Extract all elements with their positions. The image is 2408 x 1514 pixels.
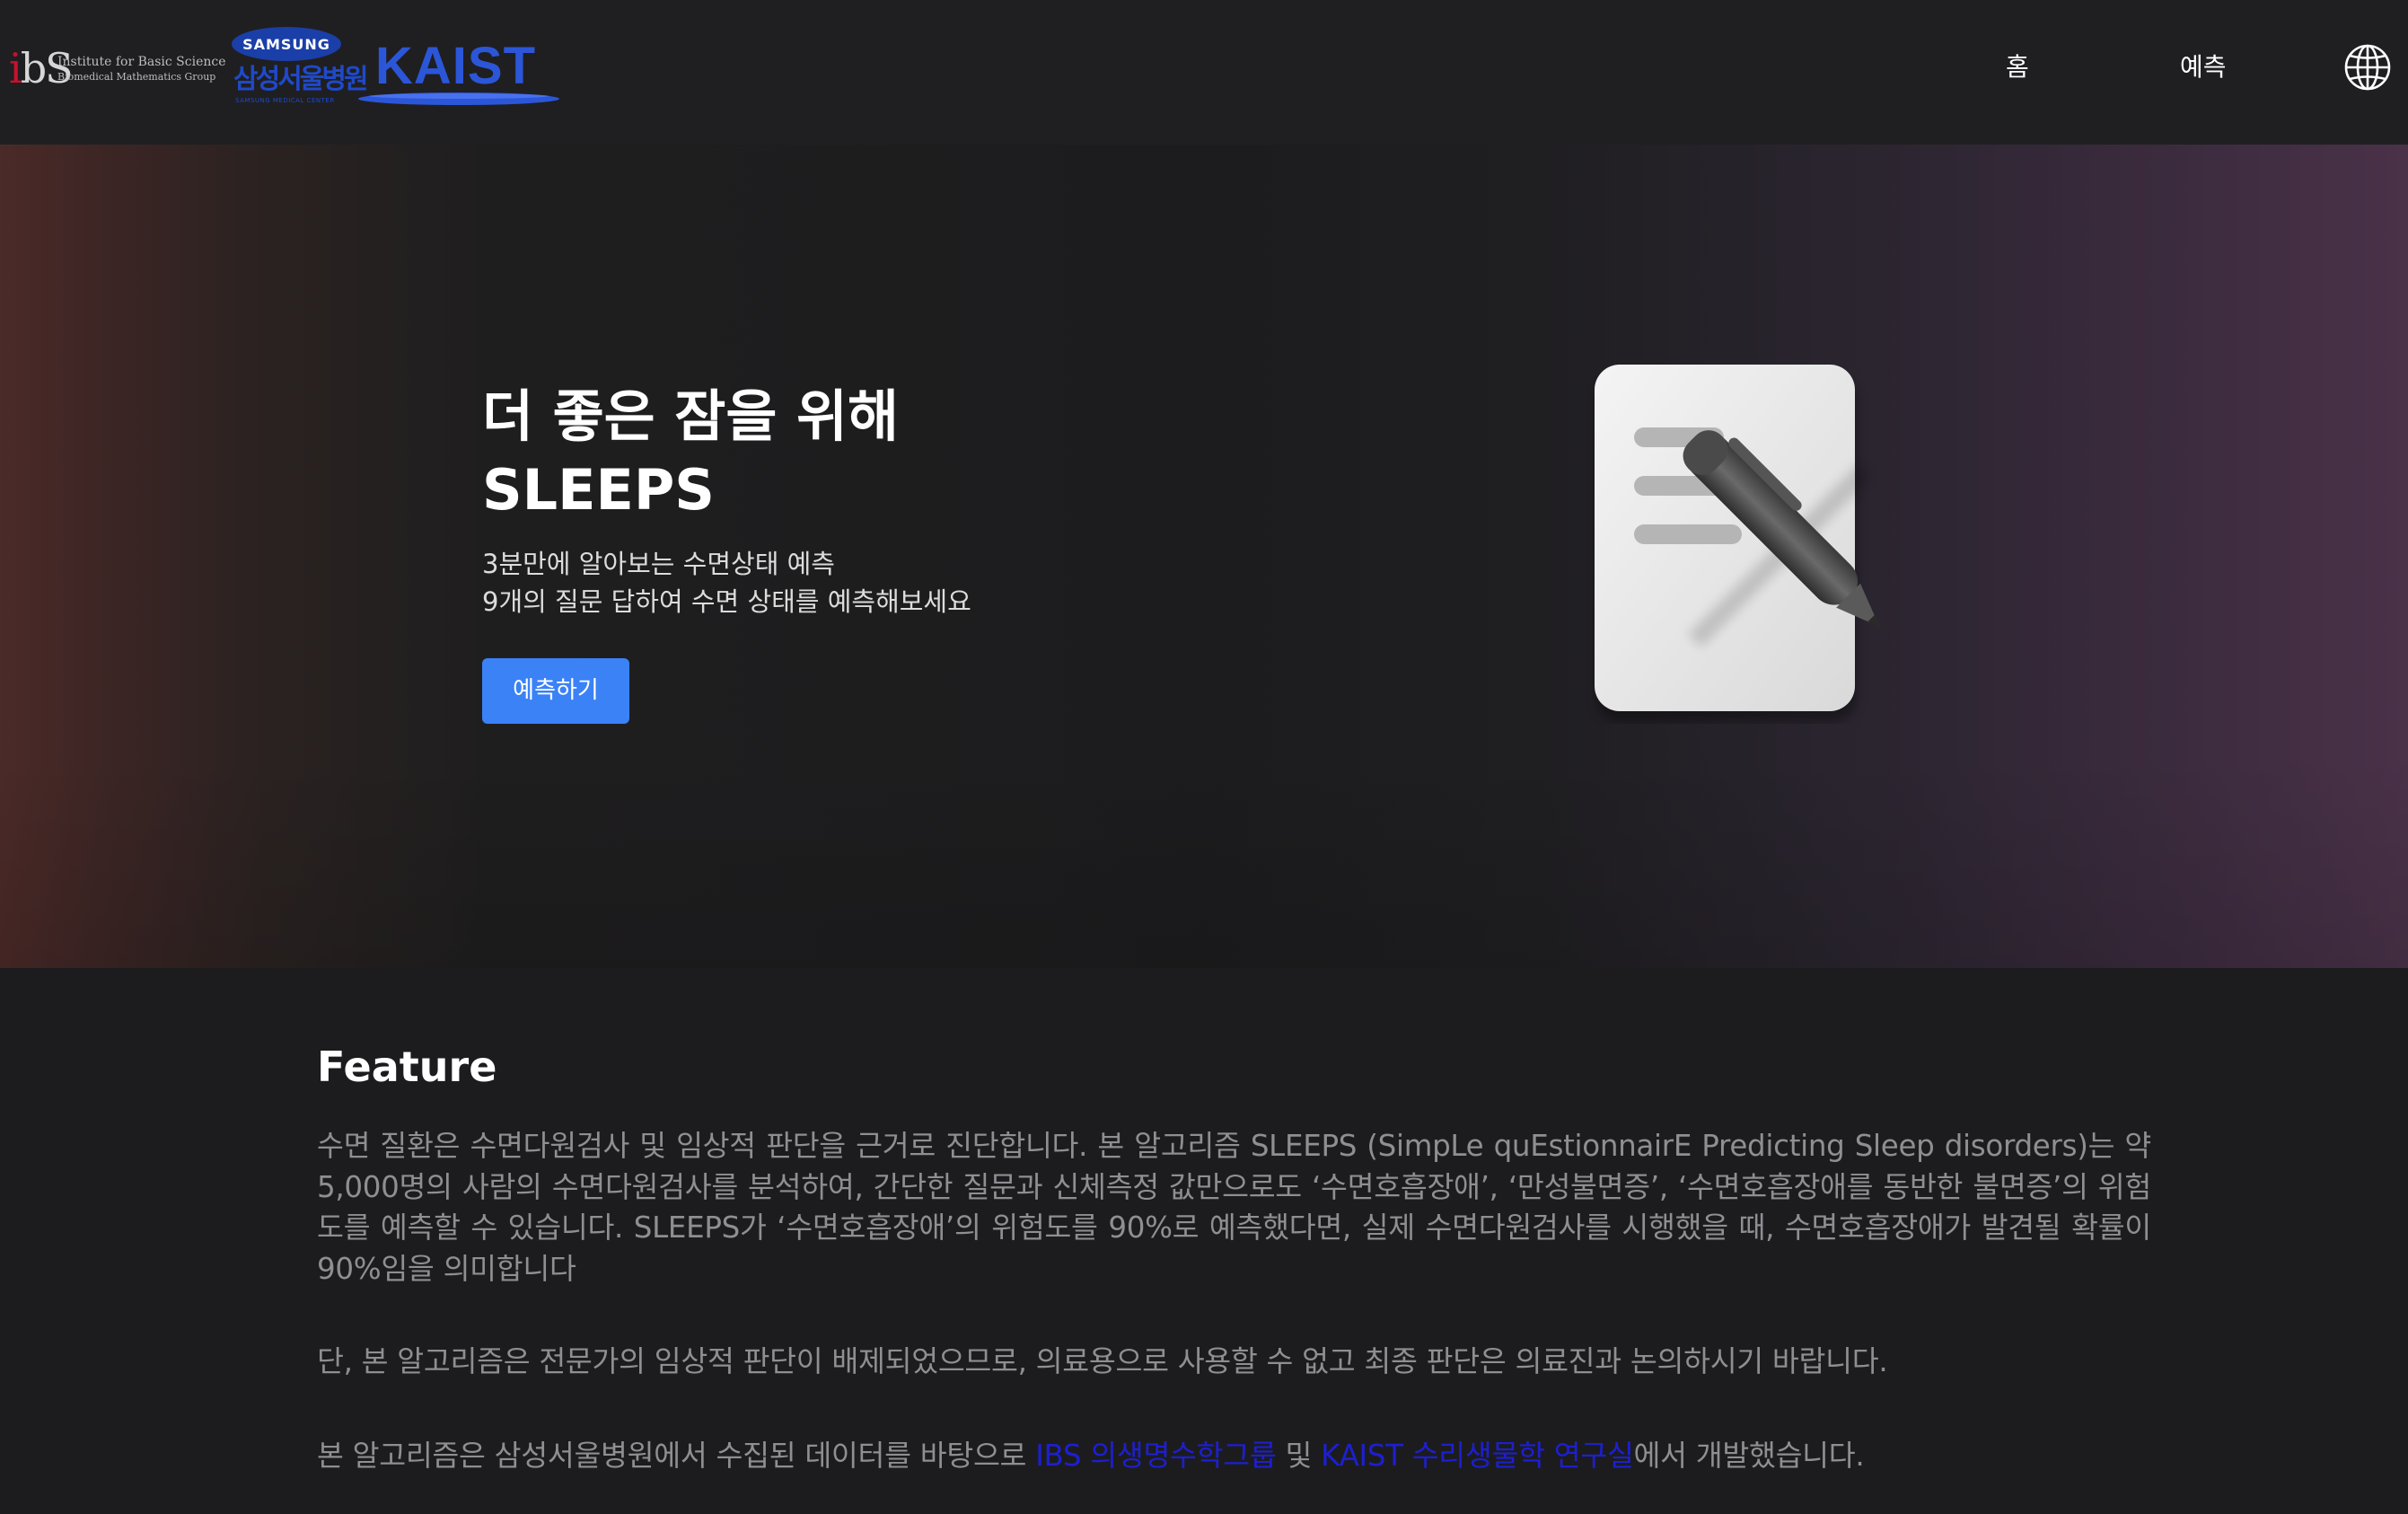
hero-shade — [0, 753, 2408, 968]
hero-title-line2: SLEEPS — [482, 457, 715, 523]
feature-title: Feature — [317, 1043, 497, 1091]
feature-paragraph-description: 수면 질환은 수면다원검사 및 임상적 판단을 근거로 진단합니다. 본 알고리… — [317, 1129, 2151, 1286]
hero-title: 더 좋은 잠을 위해 SLEEPS — [482, 380, 899, 527]
feature-paragraph-disclaimer: 단, 본 알고리즘은 전문가의 임상적 판단이 배제되었으므로, 의료용으로 사… — [317, 1344, 1888, 1378]
nav-home-link[interactable]: 홈 — [2006, 47, 2029, 88]
kaist-lab-link[interactable]: KAIST 수리생물학 연구실 — [1321, 1439, 1634, 1473]
hero-title-line1: 더 좋은 잠을 위해 — [482, 383, 900, 449]
ibs-logo-line1: Institute for Basic Science — [57, 55, 226, 69]
hero-subtitle-line1: 3분만에 알아보는 수면상태 예측 — [482, 549, 835, 579]
samsung-korean-name: 삼성서울병원 — [233, 64, 369, 95]
nav-predict-link[interactable]: 예측 — [2180, 47, 2227, 88]
globe-icon[interactable] — [2343, 43, 2392, 92]
kaist-logo[interactable]: KAIST — [356, 32, 562, 110]
feature-paragraph-credits: 본 알고리즘은 삼성서울병원에서 수집된 데이터를 바탕으로 IBS 의생명수학… — [317, 1436, 2151, 1477]
credits-suffix: 에서 개발했습니다. — [1633, 1439, 1865, 1473]
ibs-logo-line2: Biomedical Mathematics Group — [57, 71, 216, 83]
hero-section: 더 좋은 잠을 위해 SLEEPS 3분만에 알아보는 수면상태 예측 9개의 … — [0, 145, 2408, 968]
hero-subtitle: 3분만에 알아보는 수면상태 예측 9개의 질문 답하여 수면 상태를 예측해보… — [482, 545, 971, 621]
ibs-logo-text: Institute for Basic Science Biomedical M… — [57, 54, 226, 84]
credits-prefix: 본 알고리즘은 삼성서울병원에서 수집된 데이터를 바탕으로 — [317, 1439, 1036, 1473]
hero-subtitle-line2: 9개의 질문 답하여 수면 상태를 예측해보세요 — [482, 586, 971, 617]
predict-cta-button[interactable]: 예측하기 — [482, 658, 629, 724]
kaist-swoosh-graphic — [358, 92, 559, 105]
samsung-english-name: SAMSUNG MEDICAL CENTER — [235, 97, 335, 104]
feature-section: Feature 수면 질환은 수면다원검사 및 임상적 판단을 근거로 진단합니… — [0, 968, 2408, 1514]
ibs-group-link[interactable]: IBS 의생명수학그룹 — [1035, 1439, 1277, 1473]
samsung-medical-center-logo[interactable]: SAMSUNG 삼성서울병원 SAMSUNG MEDICAL CENTER — [232, 27, 369, 110]
document-pen-icon — [1595, 365, 1883, 722]
credits-mid: 및 — [1276, 1439, 1322, 1473]
ibs-logo[interactable]: ibS Institute for Basic Science Biomedic… — [9, 45, 226, 92]
top-navbar: ibS Institute for Basic Science Biomedic… — [0, 0, 2408, 145]
samsung-brand: SAMSUNG — [232, 27, 341, 61]
